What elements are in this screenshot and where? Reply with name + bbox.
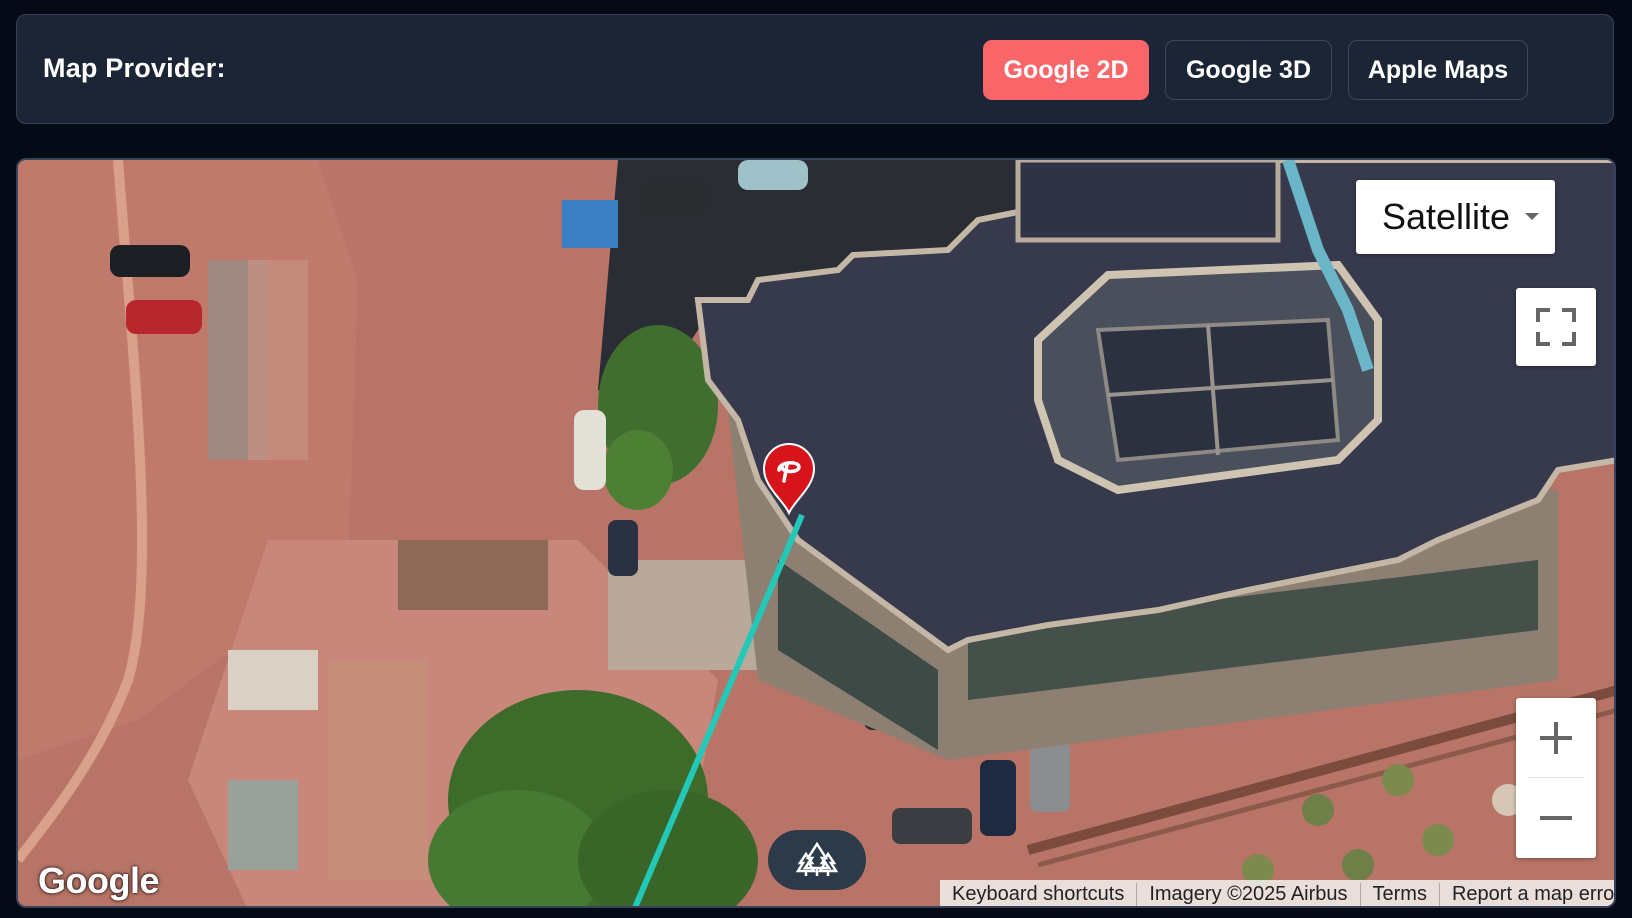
plus-icon bbox=[1540, 722, 1572, 754]
map-view[interactable]: Satellite Google Keyboard shortcuts Imag… bbox=[16, 158, 1616, 908]
fullscreen-button[interactable] bbox=[1516, 288, 1596, 366]
zoom-in-button[interactable] bbox=[1516, 698, 1596, 778]
trees-icon bbox=[795, 841, 839, 876]
provider-bar: Map Provider: Google 2D Google 3D Apple … bbox=[16, 14, 1614, 124]
map-attribution: Keyboard shortcuts Imagery ©2025 Airbus … bbox=[940, 880, 1614, 906]
provider-label: Map Provider: bbox=[43, 53, 226, 83]
zoom-out-button[interactable] bbox=[1516, 778, 1596, 858]
google-3d-button[interactable]: Google 3D bbox=[1165, 40, 1332, 100]
google-2d-button[interactable]: Google 2D bbox=[983, 40, 1149, 100]
chevron-down-icon bbox=[1525, 213, 1539, 220]
terms-link[interactable]: Terms bbox=[1361, 882, 1440, 906]
apple-maps-button[interactable]: Apple Maps bbox=[1348, 40, 1528, 100]
google-logo: Google bbox=[38, 860, 160, 901]
satellite-imagery bbox=[18, 160, 1614, 906]
keyboard-shortcuts-link[interactable]: Keyboard shortcuts bbox=[940, 882, 1138, 906]
nearby-places-button[interactable] bbox=[768, 830, 866, 890]
report-map-error-link[interactable]: Report a map error bbox=[1440, 883, 1614, 906]
map-type-dropdown[interactable]: Satellite bbox=[1356, 180, 1555, 254]
location-pin-icon[interactable] bbox=[762, 443, 816, 515]
fullscreen-icon bbox=[1536, 308, 1576, 346]
zoom-controls bbox=[1516, 698, 1596, 858]
imagery-credit: Imagery ©2025 Airbus bbox=[1137, 882, 1361, 906]
minus-icon bbox=[1540, 816, 1572, 820]
map-type-label: Satellite bbox=[1382, 196, 1511, 237]
